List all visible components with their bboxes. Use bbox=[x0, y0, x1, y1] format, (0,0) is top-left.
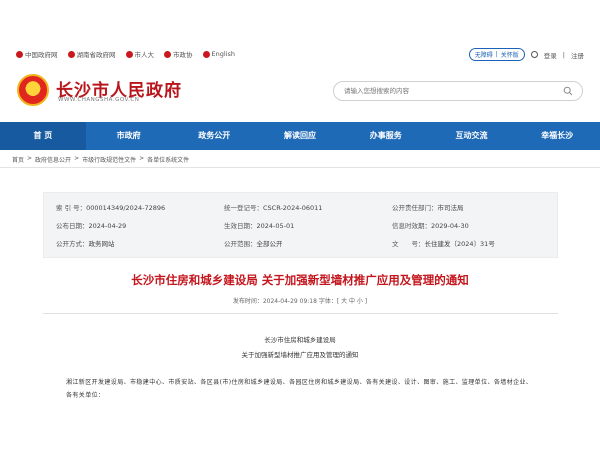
divider bbox=[0, 167, 600, 168]
search-box[interactable] bbox=[333, 81, 583, 101]
breadcrumb-separator: > bbox=[74, 155, 80, 162]
meta-publish-method: 公开方式：政务网站 bbox=[56, 240, 115, 248]
nav-services[interactable]: 办事服务 bbox=[343, 122, 429, 150]
flag-icon bbox=[16, 50, 23, 58]
top-link-npc[interactable]: 市人大 bbox=[125, 49, 154, 59]
document-issuer: 长沙市住房和城乡建设局 bbox=[264, 336, 336, 344]
breadcrumb-separator: > bbox=[27, 155, 33, 162]
flag-icon bbox=[164, 50, 171, 58]
article-info: 发布时间：2024-04-29 09:18 字体：[ 大 中 小 ] bbox=[232, 298, 368, 305]
meta-publish-date: 公布日期：2024-04-29 bbox=[56, 222, 127, 230]
meta-index: 索 引 号：000014349/2024-72896 bbox=[56, 204, 166, 212]
user-icon bbox=[530, 51, 538, 58]
top-links: 中国政府网 湖南省政府网 市人大 市政协 English bbox=[16, 49, 235, 59]
breadcrumb: 首页 > 政府信息公开 > 市级行政规范性文件 > 各单位系统文件 bbox=[12, 155, 189, 164]
meta-row: 公布日期：2024-04-29 生效日期：2024-05-01 信息时效期：20… bbox=[44, 220, 559, 236]
national-emblem-icon bbox=[17, 74, 49, 106]
site-domain: WWW.CHANGSHA.GOV.CN bbox=[58, 97, 140, 103]
login-link[interactable]: 登录 bbox=[544, 50, 557, 60]
document-meta-box: 索 引 号：000014349/2024-72896 统一登记号：CSCR-20… bbox=[43, 192, 558, 258]
meta-expire-date: 信息时效期：2029-04-30 bbox=[392, 222, 469, 230]
top-right-tools: 无障碍 | 关怀版 登录 | 注册 bbox=[468, 48, 584, 61]
article-title: 长沙市住房和城乡建设局 关于加强新型墙材推广应用及管理的通知 bbox=[131, 273, 469, 287]
divider: | bbox=[495, 51, 498, 58]
flag-icon bbox=[67, 50, 75, 58]
accessibility-switch[interactable]: 无障碍 | 关怀版 bbox=[468, 48, 525, 61]
meta-publish-scope: 公开范围：全部公开 bbox=[224, 240, 283, 248]
breadcrumb-gov-info[interactable]: 政府信息公开 bbox=[35, 155, 71, 164]
nav-interaction[interactable]: 互动交流 bbox=[429, 122, 515, 150]
nav-government-affairs[interactable]: 政务公开 bbox=[171, 122, 257, 150]
site-header: 长沙市人民政府 WWW.CHANGSHA.GOV.CN bbox=[0, 64, 600, 122]
breadcrumb-home[interactable]: 首页 bbox=[12, 155, 24, 164]
breadcrumb-unit-docs[interactable]: 各单位系统文件 bbox=[147, 155, 189, 164]
divider: | bbox=[562, 50, 565, 59]
search-input[interactable] bbox=[344, 87, 554, 95]
meta-document-number: 文 号：长住建发〔2024〕31号 bbox=[392, 240, 495, 248]
document-body: 湘江新区开发建设局、市稳建中心、市质安站、各区县(市)住房和城乡建设局、各园区住… bbox=[66, 379, 533, 399]
meta-row: 索 引 号：000014349/2024-72896 统一登记号：CSCR-20… bbox=[44, 202, 559, 218]
top-link-english[interactable]: English bbox=[202, 49, 235, 59]
nav-interpretation[interactable]: 解读回应 bbox=[257, 122, 343, 150]
search-icon[interactable] bbox=[563, 86, 573, 96]
main-nav: 首 页 市政府 政务公开 解读回应 办事服务 互动交流 幸福长沙 bbox=[0, 122, 600, 150]
breadcrumb-separator: > bbox=[139, 155, 145, 162]
breadcrumb-regulatory-docs[interactable]: 市级行政规范性文件 bbox=[82, 155, 136, 164]
meta-unified-number: 统一登记号：CSCR-2024-06011 bbox=[224, 204, 323, 212]
meta-effective-date: 生效日期：2024-05-01 bbox=[224, 222, 295, 230]
barrier-free-button[interactable]: 无障碍 bbox=[475, 50, 493, 59]
divider bbox=[43, 313, 558, 314]
top-link-china-gov[interactable]: 中国政府网 bbox=[16, 49, 58, 59]
nav-happy-changsha[interactable]: 幸福长沙 bbox=[514, 122, 600, 150]
register-link[interactable]: 注册 bbox=[571, 50, 584, 60]
care-mode-button[interactable]: 关怀版 bbox=[501, 50, 519, 59]
top-link-hunan-gov[interactable]: 湖南省政府网 bbox=[67, 49, 116, 59]
document-subtitle: 关于加强新型墙材推广应用及管理的通知 bbox=[241, 351, 359, 359]
nav-city-government[interactable]: 市政府 bbox=[86, 122, 172, 150]
meta-row: 公开方式：政务网站 公开范围：全部公开 文 号：长住建发〔2024〕31号 bbox=[44, 238, 559, 254]
top-link-cppcc[interactable]: 市政协 bbox=[164, 49, 193, 59]
globe-icon bbox=[202, 50, 210, 58]
nav-home[interactable]: 首 页 bbox=[0, 122, 86, 150]
flag-icon bbox=[125, 50, 133, 58]
meta-responsible-dept: 公开责任部门：市司法局 bbox=[392, 204, 464, 212]
top-utility-bar: 中国政府网 湖南省政府网 市人大 市政协 English 无障碍 | 关怀版 登… bbox=[0, 46, 600, 64]
